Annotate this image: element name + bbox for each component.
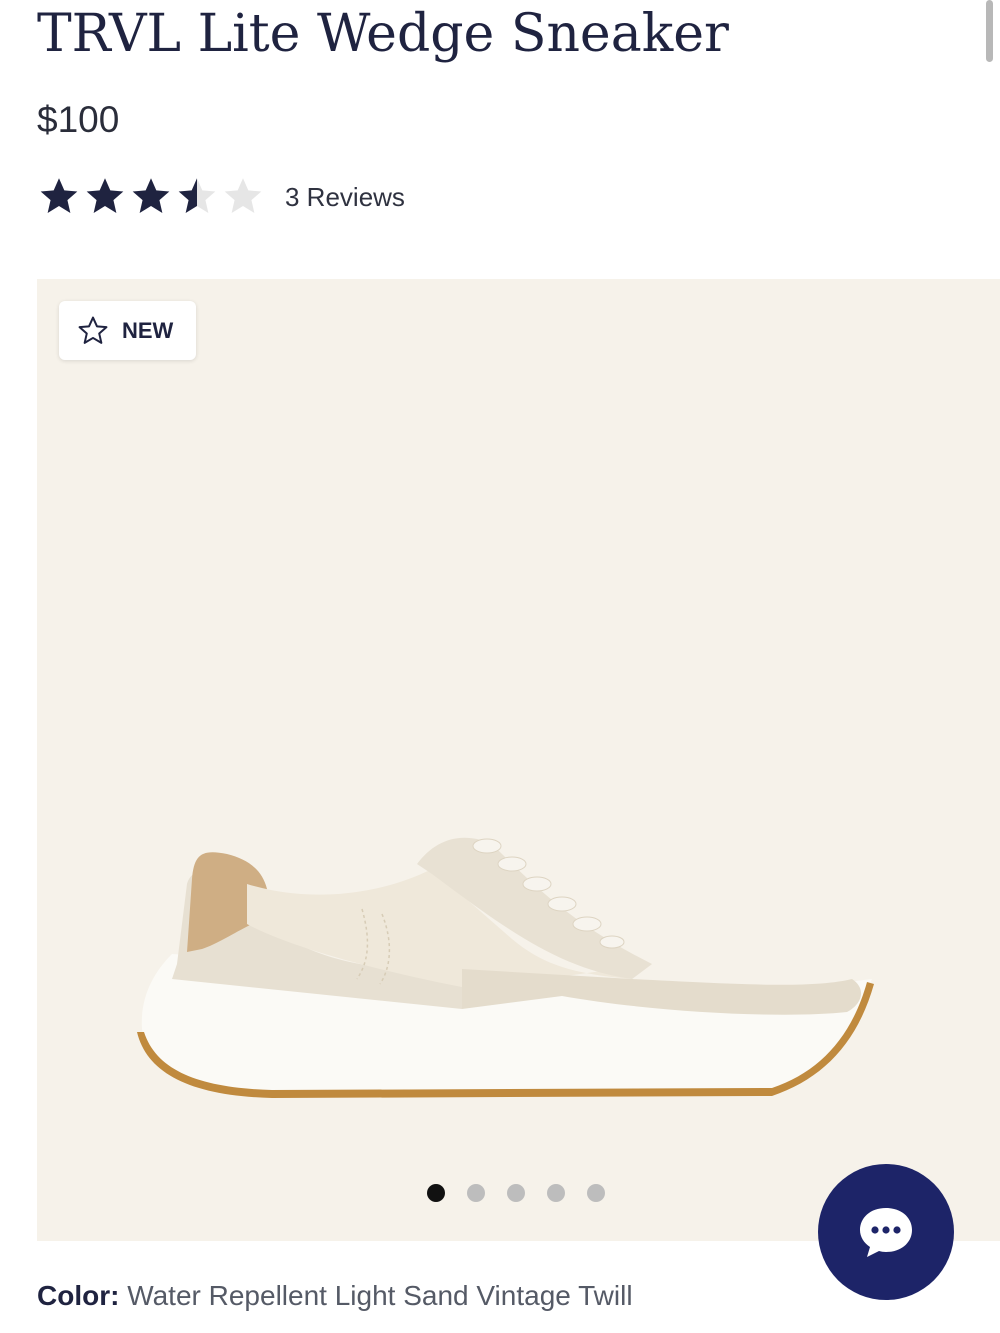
- product-image-gallery[interactable]: NEW: [37, 279, 1000, 1241]
- carousel-pagination[interactable]: [427, 1184, 627, 1202]
- color-value: Water Repellent Light Sand Vintage Twill: [127, 1280, 633, 1311]
- scrollbar[interactable]: [986, 0, 993, 62]
- star-half-icon: [178, 178, 216, 213]
- chat-button[interactable]: [818, 1164, 954, 1300]
- color-label: Color:: [37, 1280, 120, 1311]
- chat-bubble-icon: [860, 1208, 912, 1257]
- carousel-dot[interactable]: [587, 1184, 605, 1202]
- carousel-dot[interactable]: [427, 1184, 445, 1202]
- carousel-dot[interactable]: [467, 1184, 485, 1202]
- rating-row[interactable]: 3 Reviews: [37, 172, 405, 222]
- star-outline-icon: [78, 316, 108, 344]
- new-badge: NEW: [59, 301, 196, 360]
- sneaker-product-image: [137, 837, 874, 1098]
- star-icon: [86, 178, 124, 213]
- star-icon: [132, 178, 170, 213]
- star-rating[interactable]: [37, 175, 267, 219]
- carousel-dot[interactable]: [507, 1184, 525, 1202]
- color-selection: Color: Water Repellent Light Sand Vintag…: [37, 1280, 633, 1312]
- reviews-link[interactable]: 3 Reviews: [285, 182, 405, 213]
- product-title: TRVL Lite Wedge Sneaker: [37, 4, 729, 64]
- star-icon: [40, 178, 78, 213]
- badge-label: NEW: [122, 317, 174, 343]
- carousel-dot[interactable]: [547, 1184, 565, 1202]
- product-price: $100: [37, 99, 120, 140]
- star-empty-icon: [224, 178, 262, 213]
